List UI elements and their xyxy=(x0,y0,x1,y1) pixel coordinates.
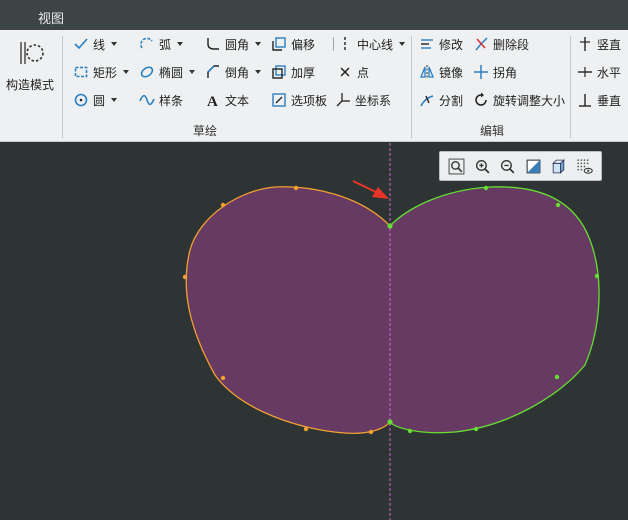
shaded-cube-icon xyxy=(552,158,566,174)
circle-button[interactable]: 圆 xyxy=(72,90,118,110)
construct-mode-label: 构造模式 xyxy=(5,78,54,92)
zoom-fit-button[interactable] xyxy=(447,156,467,176)
centerline-icon xyxy=(336,35,354,53)
corner-button[interactable]: 拐角 xyxy=(472,62,517,82)
fillet-icon xyxy=(204,35,222,53)
horizontal-constraint-button[interactable]: 水平 xyxy=(576,62,621,82)
rotate-resize-button[interactable]: 旋转调整大小 xyxy=(472,90,565,110)
view-toolbar xyxy=(439,151,602,181)
thicken-button[interactable]: 加厚 xyxy=(270,62,315,82)
text-icon: A xyxy=(204,91,222,109)
rotate-resize-icon xyxy=(472,91,490,109)
title-bar: 视图 xyxy=(0,0,628,30)
arc-button[interactable]: 弧 xyxy=(138,34,184,54)
corner-icon xyxy=(472,63,490,81)
spline-icon xyxy=(138,91,156,109)
zoom-fit-icon xyxy=(448,158,465,174)
chevron-down-icon[interactable] xyxy=(123,70,130,74)
vertical-constraint-button[interactable]: 竖直 xyxy=(576,34,621,54)
palette-button[interactable]: 选项板 xyxy=(270,90,327,110)
divide-icon xyxy=(418,91,436,109)
chevron-down-icon[interactable] xyxy=(111,98,118,102)
arc-icon xyxy=(138,35,156,53)
point-icon xyxy=(336,63,354,81)
delete-segment-icon xyxy=(472,35,490,53)
centerline-button[interactable]: 中心线 xyxy=(336,34,406,54)
csys-icon xyxy=(334,91,352,109)
csys-button[interactable]: 坐标系 xyxy=(334,90,391,110)
zoom-out-icon xyxy=(501,159,515,173)
zoom-in-icon xyxy=(475,159,490,173)
fillet-button[interactable]: 圆角 xyxy=(204,34,262,54)
thicken-icon xyxy=(270,63,288,81)
horizontal-icon xyxy=(576,63,594,81)
chevron-down-icon[interactable] xyxy=(189,70,196,74)
red-arrow-annotation xyxy=(352,180,389,199)
modify-icon xyxy=(418,35,436,53)
spline-button[interactable]: 样条 xyxy=(138,90,183,110)
group-label-edit: 编辑 xyxy=(480,124,505,138)
text-button[interactable]: A 文本 xyxy=(204,90,249,110)
perpendicular-constraint-button[interactable]: 垂直 xyxy=(576,90,621,110)
delete-segment-button[interactable]: 删除段 xyxy=(472,34,529,54)
zoom-in-button[interactable] xyxy=(472,156,492,176)
rectangle-button[interactable]: 矩形 xyxy=(72,62,130,82)
chamfer-button[interactable]: 倒角 xyxy=(204,62,262,82)
separator xyxy=(333,37,334,51)
zoom-out-button[interactable] xyxy=(498,156,518,176)
point-button[interactable]: 点 xyxy=(336,62,369,82)
repaint-button[interactable] xyxy=(523,156,543,176)
graphics-canvas[interactable] xyxy=(0,143,628,520)
modify-button[interactable]: 修改 xyxy=(418,34,463,54)
chamfer-icon xyxy=(204,63,222,81)
offset-icon xyxy=(270,35,288,53)
svg-text:A: A xyxy=(207,94,218,108)
construct-mode-icon xyxy=(20,42,44,64)
chevron-down-icon[interactable] xyxy=(399,42,406,46)
rectangle-icon xyxy=(72,63,90,81)
circle-icon xyxy=(72,91,90,109)
separator xyxy=(62,36,63,138)
sketch-area[interactable] xyxy=(0,143,628,520)
construct-mode-button[interactable]: 构造模式 xyxy=(4,34,56,98)
mirror-button[interactable]: 镜像 xyxy=(418,62,463,82)
grid-eye-icon xyxy=(577,158,593,174)
ellipse-button[interactable]: 椭圆 xyxy=(138,62,196,82)
palette-icon xyxy=(270,91,288,109)
divide-button[interactable]: 分割 xyxy=(418,90,463,110)
repaint-icon xyxy=(526,159,541,173)
chevron-down-icon[interactable] xyxy=(111,42,118,46)
chevron-down-icon[interactable] xyxy=(255,42,262,46)
mirror-icon xyxy=(418,63,436,81)
tab-view[interactable]: 视图 xyxy=(38,8,64,27)
line-button[interactable]: 线 xyxy=(72,34,118,54)
chevron-down-icon[interactable] xyxy=(177,42,184,46)
perpendicular-icon xyxy=(576,91,594,109)
sketch-display-filter-button[interactable] xyxy=(574,156,594,176)
offset-button[interactable]: 偏移 xyxy=(270,34,315,54)
separator xyxy=(411,36,412,138)
display-style-button[interactable] xyxy=(549,156,569,176)
separator xyxy=(570,36,571,138)
chevron-down-icon[interactable] xyxy=(255,70,262,74)
vertical-icon xyxy=(576,35,594,53)
ribbon: 构造模式 线 弧 圆角 偏移 中心线 矩形 椭圆 倒角 加厚 点 圆 样条 A … xyxy=(0,30,628,142)
group-label-sketch: 草绘 xyxy=(193,124,218,138)
ellipse-icon xyxy=(138,63,156,81)
line-icon xyxy=(72,35,90,53)
